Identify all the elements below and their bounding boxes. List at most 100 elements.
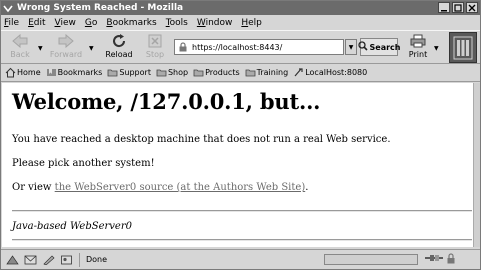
folder-icon: [245, 67, 256, 78]
stop-label: Stop: [145, 50, 165, 59]
menu-bar: File Edit View Go Bookmarks Tools Window…: [1, 15, 480, 30]
home-button[interactable]: Home: [5, 67, 41, 78]
home-icon: [5, 67, 16, 78]
reload-label: Reload: [105, 50, 133, 59]
forward-label: Forward: [49, 50, 83, 59]
products-label: Products: [205, 68, 240, 77]
print-dropdown-icon[interactable]: ▼: [434, 45, 439, 52]
paragraph-intro: You have reached a desktop machine that …: [12, 134, 391, 145]
forward-dropdown-icon[interactable]: ▼: [89, 45, 94, 52]
bookmarks-icon: [46, 67, 57, 78]
menu-bookmarks-rest: ookmarks: [112, 17, 157, 28]
lock-icon: [177, 41, 189, 53]
support-folder[interactable]: Support: [107, 67, 151, 78]
minimize-button[interactable]: [438, 2, 450, 13]
status-separator: [79, 252, 80, 267]
throbber-logo[interactable]: [449, 32, 477, 63]
maximize-button[interactable]: [452, 2, 464, 13]
footer-text: Java-based WebServer0: [12, 221, 132, 232]
home-label: Home: [17, 68, 41, 77]
bookmarks-label: Bookmarks: [57, 68, 103, 77]
localhost-bookmark[interactable]: LocalHost:8080: [293, 67, 367, 78]
paragraph-instruction: Please pick another system!: [12, 158, 155, 169]
localhost-label: LocalHost:8080: [305, 68, 368, 77]
stop-icon: [145, 33, 165, 49]
source-suffix: .: [305, 182, 309, 193]
back-dropdown-icon[interactable]: ▼: [38, 45, 43, 52]
menu-bookmarks[interactable]: Bookmarks: [106, 18, 156, 28]
source-link[interactable]: the WebServer0 source (at the Authors We…: [55, 182, 306, 193]
menu-go-accel: G: [84, 17, 92, 28]
minimize-icon: [441, 9, 447, 11]
navigator-icon[interactable]: [5, 254, 19, 266]
menu-tools-rest: ools: [169, 17, 188, 28]
status-bar: Done: [1, 249, 480, 269]
online-status-icon[interactable]: [424, 253, 444, 266]
paragraph-source: Or view the WebServer0 source (at the Au…: [12, 182, 308, 193]
products-folder[interactable]: Products: [193, 67, 240, 78]
back-arrow-icon: [10, 33, 30, 49]
window-title: Wrong System Reached - Mozilla: [17, 3, 184, 13]
folder-icon: [193, 67, 204, 78]
progress-bar: [324, 254, 418, 265]
browser-window: Wrong System Reached - Mozilla File Edit…: [0, 0, 481, 270]
divider-top: [12, 210, 472, 212]
menu-help[interactable]: Help: [241, 18, 262, 28]
url-history-dropdown[interactable]: ▼: [345, 39, 357, 55]
url-input[interactable]: [192, 42, 332, 52]
forward-button[interactable]: Forward: [49, 33, 83, 63]
chevron-down-icon: ▼: [348, 43, 354, 51]
bookmark-link-icon: [293, 67, 304, 78]
search-button[interactable]: Search: [357, 38, 401, 56]
navigation-toolbar: Back ▼ Forward ▼ Reload Stop https://loc…: [1, 30, 480, 64]
page-content: Welcome, /127.0.0.1, but... You have rea…: [2, 83, 473, 247]
divider-bottom: [12, 239, 472, 241]
menu-edit[interactable]: Edit: [28, 18, 45, 28]
forward-arrow-icon: [56, 33, 76, 49]
printer-icon: [408, 33, 428, 49]
menu-edit-rest: dit: [33, 17, 46, 28]
title-bar: Wrong System Reached - Mozilla: [1, 1, 480, 15]
stop-button[interactable]: Stop: [138, 33, 172, 63]
folder-icon: [156, 67, 167, 78]
search-icon: [357, 41, 368, 53]
back-button[interactable]: Back: [3, 33, 37, 63]
search-label: Search: [369, 42, 401, 52]
mail-icon[interactable]: [23, 254, 37, 266]
support-label: Support: [119, 68, 151, 77]
menu-file[interactable]: File: [4, 18, 19, 28]
training-label: Training: [256, 68, 289, 77]
page-heading: Welcome, /127.0.0.1, but...: [12, 89, 321, 114]
menu-window[interactable]: Window: [197, 18, 233, 28]
back-label: Back: [10, 50, 30, 59]
security-lock-icon[interactable]: [446, 252, 456, 267]
training-folder[interactable]: Training: [245, 67, 289, 78]
menu-tools[interactable]: Tools: [166, 18, 188, 28]
vertical-scrollbar[interactable]: [473, 83, 480, 247]
print-button[interactable]: Print: [401, 33, 435, 63]
menu-view[interactable]: View: [55, 18, 76, 28]
reload-icon: [109, 33, 129, 49]
window-menu-icon[interactable]: [2, 2, 14, 14]
url-bar[interactable]: [174, 39, 344, 55]
composer-icon[interactable]: [41, 254, 55, 266]
menu-go[interactable]: Go: [85, 18, 98, 28]
menu-window-accel: W: [196, 17, 206, 28]
bookmarks-button[interactable]: Bookmarks: [46, 67, 103, 78]
close-button[interactable]: [466, 2, 478, 13]
personal-toolbar: Home Bookmarks Support Shop Products Tra…: [1, 64, 480, 82]
maximize-icon: [454, 3, 462, 12]
mozilla-logo-icon: [453, 36, 473, 59]
status-indicators: [424, 252, 456, 267]
menu-view-rest: iew: [60, 17, 76, 28]
menu-file-rest: ile: [8, 17, 20, 28]
menu-help-rest: elp: [248, 17, 262, 28]
shop-folder[interactable]: Shop: [156, 67, 188, 78]
status-text: Done: [86, 255, 108, 264]
folder-icon: [107, 67, 118, 78]
source-prefix: Or view: [12, 182, 55, 193]
address-book-icon[interactable]: [59, 254, 73, 266]
menu-go-rest: o: [91, 17, 98, 28]
menu-window-rest: indow: [205, 17, 233, 28]
reload-button[interactable]: Reload: [102, 33, 136, 63]
